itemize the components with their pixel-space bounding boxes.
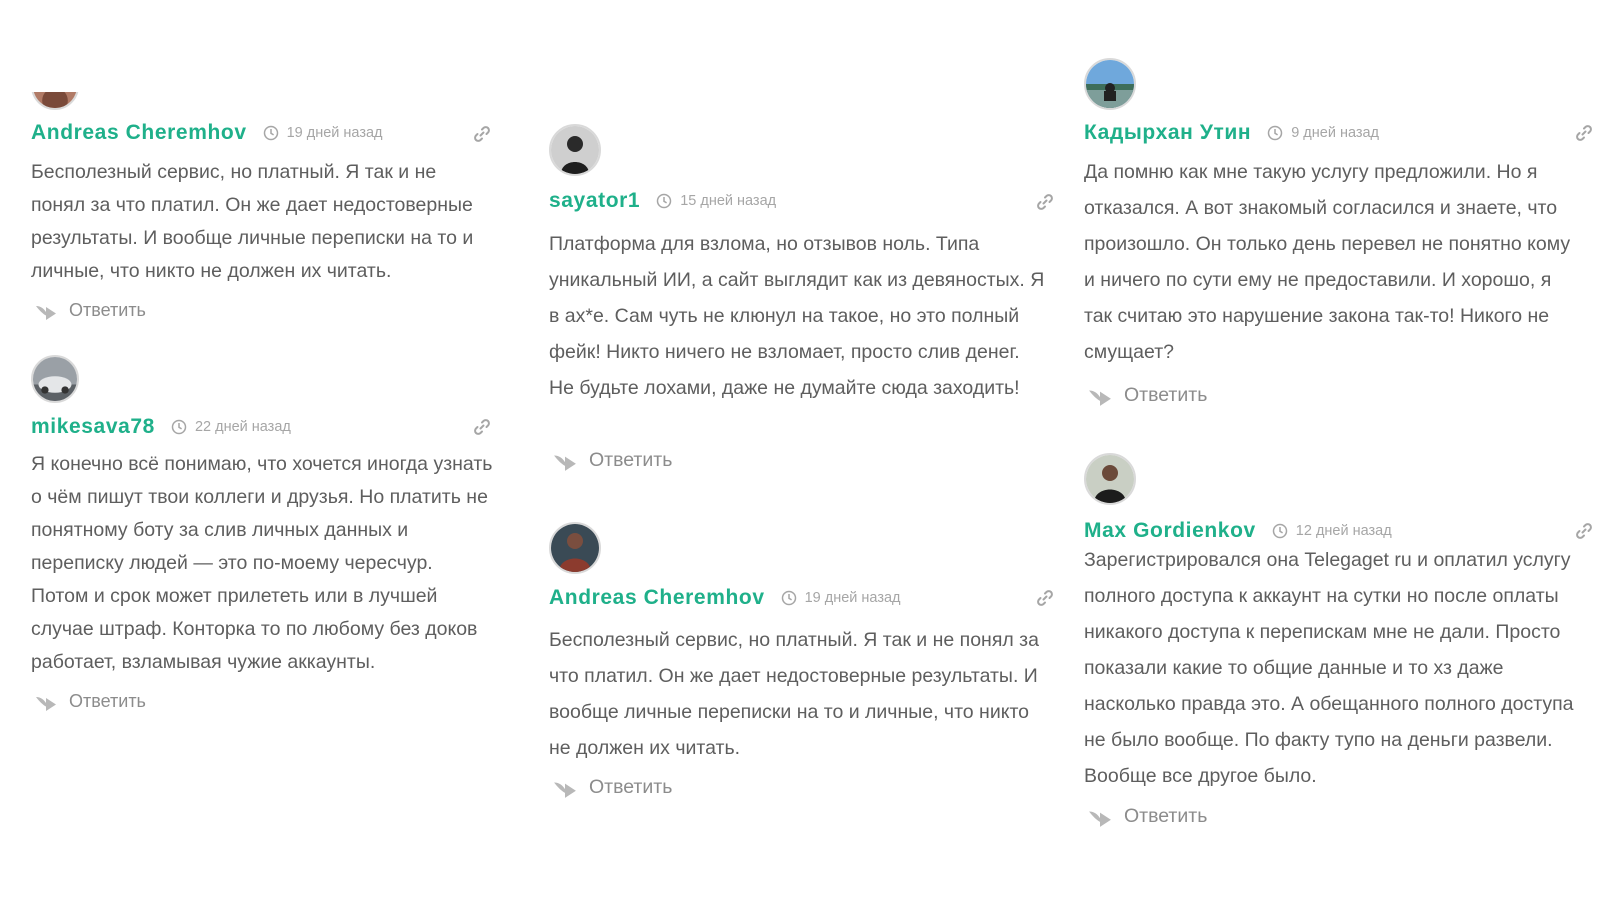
avatar[interactable]	[549, 522, 601, 574]
reply-arrow-icon	[35, 692, 57, 712]
reply-button[interactable]: Ответить	[553, 449, 672, 472]
comment: Кадырхан Утин 9 дней назад Да помню как …	[1084, 58, 1592, 428]
permalink-icon[interactable]	[472, 124, 492, 144]
comment: Andreas Cheremhov 19 дней назад Бесполез…	[549, 522, 1053, 812]
comment-time: 15 дней назад	[656, 193, 776, 209]
clock-icon	[1272, 523, 1288, 539]
comment-time: 19 дней назад	[781, 590, 901, 606]
comment-text: Платформа для взлома, но отзывов ноль. Т…	[549, 233, 1045, 399]
comment: sayator1 15 дней назад Платформа для взл…	[549, 124, 1053, 484]
reply-arrow-icon	[35, 301, 57, 321]
clock-icon	[656, 193, 672, 209]
comment: mikesava78 22 дней назад Я конечно всё п…	[31, 355, 501, 725]
clock-icon	[263, 125, 279, 141]
clock-icon	[171, 419, 187, 435]
clock-icon	[1267, 125, 1283, 141]
comment-author[interactable]: mikesava78	[31, 415, 155, 439]
reply-label: Ответить	[1124, 384, 1208, 406]
reply-arrow-icon	[1088, 806, 1112, 828]
comment: Andreas Cheremhov 19 дней назад Бесполез…	[31, 0, 501, 330]
comment-text: Бесполезный сервис, но платный. Я так и …	[549, 629, 1039, 759]
reply-label: Ответить	[589, 776, 673, 798]
reply-label: Ответить	[69, 691, 146, 711]
comment-author[interactable]: Кадырхан Утин	[1084, 121, 1251, 145]
reply-button[interactable]: Ответить	[553, 776, 672, 799]
reply-label: Ответить	[1124, 805, 1208, 827]
comment-time: 9 дней назад	[1267, 125, 1379, 141]
reply-button[interactable]: Ответить	[1088, 384, 1207, 407]
comment-text: Да помню как мне такую услугу предложили…	[1084, 161, 1571, 363]
reply-button[interactable]: Ответить	[1088, 805, 1207, 828]
avatar[interactable]	[1084, 453, 1136, 505]
permalink-icon[interactable]	[472, 417, 492, 437]
comment-time: 19 дней назад	[263, 125, 383, 141]
comment-text: Бесполезный сервис, но платный. Я так и …	[31, 161, 474, 282]
reply-arrow-icon	[553, 450, 577, 472]
comment-text: Я конечно всё понимаю, что хочется иногд…	[31, 453, 493, 673]
comment-time: 12 дней назад	[1272, 523, 1392, 539]
clock-icon	[781, 590, 797, 606]
comment-author[interactable]: Andreas Cheremhov	[549, 586, 765, 610]
permalink-icon[interactable]	[1574, 123, 1594, 143]
permalink-icon[interactable]	[1035, 588, 1055, 608]
avatar[interactable]	[31, 92, 79, 110]
avatar[interactable]	[549, 124, 601, 176]
avatar[interactable]	[1084, 58, 1136, 110]
comment-author[interactable]: Andreas Cheremhov	[31, 121, 247, 145]
permalink-icon[interactable]	[1035, 192, 1055, 212]
reply-arrow-icon	[553, 777, 577, 799]
reply-button[interactable]: Ответить	[35, 300, 146, 321]
avatar[interactable]	[31, 355, 79, 403]
comment-author[interactable]: sayator1	[549, 189, 640, 213]
permalink-icon[interactable]	[1574, 521, 1594, 541]
comment-time: 22 дней назад	[171, 419, 291, 435]
reply-arrow-icon	[1088, 385, 1112, 407]
reply-label: Ответить	[69, 300, 146, 320]
comment-author[interactable]: Max Gordienkov	[1084, 519, 1256, 543]
reply-label: Ответить	[589, 449, 673, 471]
comment: Max Gordienkov 12 дней назад Зарегистрир…	[1084, 453, 1592, 863]
comment-text: Зарегистрировался она Telegaget ru и опл…	[1084, 549, 1574, 787]
reply-button[interactable]: Ответить	[35, 691, 146, 712]
